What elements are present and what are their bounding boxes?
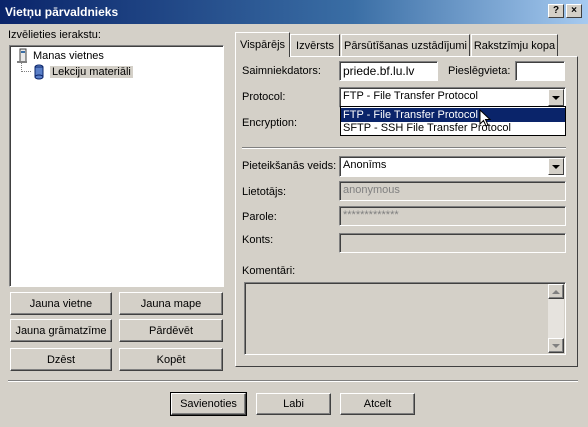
select-entry-label: Izvēlieties ierakstu:	[8, 29, 101, 41]
server-icon	[34, 64, 44, 80]
scroll-down-button[interactable]	[548, 338, 564, 353]
logon-type-select[interactable]: Anonīms	[339, 156, 566, 177]
new-bookmark-button[interactable]: Jauna grāmatzīme	[10, 319, 112, 342]
protocol-option-sftp[interactable]: SFTP - SSH File Transfer Protocol	[341, 121, 565, 135]
new-folder-button[interactable]: Jauna mape	[119, 292, 223, 315]
connect-button[interactable]: Savienoties	[170, 392, 247, 416]
close-icon: ×	[571, 5, 577, 16]
rename-button[interactable]: Pārdēvēt	[119, 319, 223, 342]
logon-type-label: Pieteikšanās veids:	[242, 160, 337, 172]
password-input[interactable]: *************	[339, 206, 566, 226]
new-site-button[interactable]: Jauna vietne	[10, 292, 112, 315]
comments-textarea[interactable]	[244, 282, 566, 355]
delete-button[interactable]: Dzēst	[10, 348, 112, 371]
tree-item-lecture-materials[interactable]: Lekciju materiāli	[31, 64, 133, 80]
chevron-down-icon[interactable]	[548, 89, 564, 106]
port-label: Pieslēgvieta:	[448, 65, 511, 77]
user-input[interactable]: anonymous	[339, 181, 566, 201]
tab-advanced[interactable]: Izvērsts	[290, 34, 340, 56]
protocol-option-ftp[interactable]: FTP - File Transfer Protocol	[341, 108, 565, 122]
protocol-select[interactable]: FTP - File Transfer Protocol	[339, 87, 566, 108]
host-input[interactable]: priede.bf.lu.lv	[339, 61, 438, 81]
separator	[8, 380, 578, 382]
scroll-up-button[interactable]	[548, 284, 564, 299]
comments-scrollbar[interactable]	[548, 284, 564, 353]
account-input[interactable]	[339, 233, 566, 253]
cancel-button[interactable]: Atcelt	[340, 393, 415, 415]
copy-button[interactable]: Kopēt	[119, 348, 223, 371]
close-button[interactable]: ×	[566, 4, 582, 18]
tab-charset[interactable]: Rakstzīmju kopa	[471, 34, 558, 56]
protocol-label: Protocol:	[242, 91, 286, 103]
help-icon: ?	[552, 5, 560, 16]
separator	[242, 147, 566, 149]
chevron-down-icon[interactable]	[548, 158, 564, 175]
window-title: Vietņu pārvaldnieks	[5, 5, 119, 19]
tab-transfer-settings[interactable]: Pārsūtīšanas uzstādījumi	[341, 34, 470, 56]
user-label: Lietotājs:	[242, 186, 287, 198]
host-label: Saimniekdators:	[242, 65, 321, 77]
account-label: Konts:	[242, 234, 274, 246]
mouse-cursor-icon	[479, 109, 492, 127]
port-input[interactable]	[515, 61, 565, 81]
encryption-label: Encryption:	[242, 117, 298, 129]
password-label: Parole:	[242, 211, 277, 223]
comments-label: Komentāri:	[242, 265, 296, 277]
tree-item-label: Manas vietnes	[33, 50, 104, 62]
site-tree[interactable]: Manas vietnes Lekciju materiāli	[9, 45, 224, 287]
tree-item-label: Lekciju materiāli	[50, 66, 133, 78]
tree-line	[21, 71, 31, 73]
protocol-dropdown-list[interactable]: FTP - File Transfer Protocol SFTP - SSH …	[340, 106, 566, 136]
tab-general[interactable]: Vispārējs	[235, 32, 290, 57]
ok-button[interactable]: Labi	[256, 393, 331, 415]
tree-item-my-sites[interactable]: Manas vietnes	[14, 48, 104, 64]
help-button[interactable]: ?	[548, 4, 564, 18]
